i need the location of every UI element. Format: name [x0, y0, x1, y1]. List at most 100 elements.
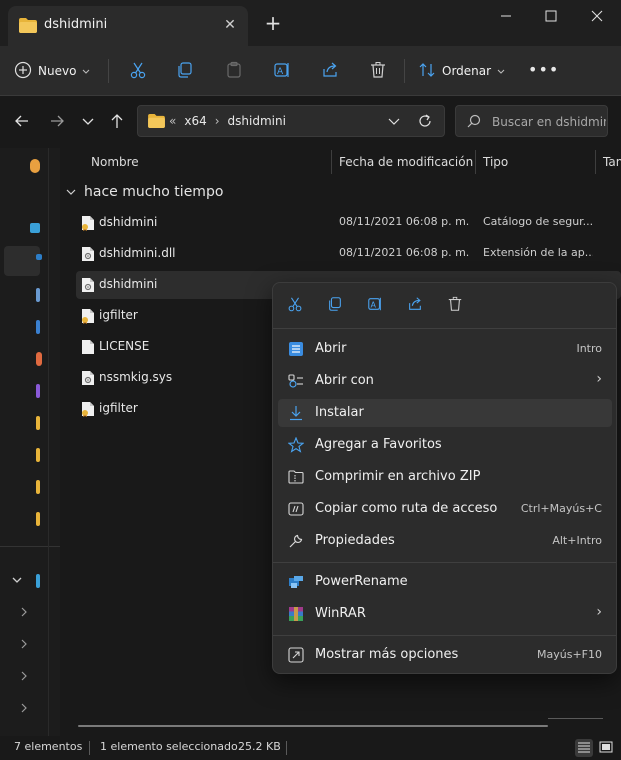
nav-selected-item[interactable] [4, 246, 40, 276]
nav-pictures-icon[interactable] [36, 352, 42, 366]
ctx-rename-button[interactable]: A [364, 294, 386, 316]
maximize-button[interactable] [528, 0, 574, 32]
rename-button[interactable]: A [268, 57, 296, 85]
nav-splitter[interactable] [48, 148, 49, 736]
tiles-view-icon [599, 741, 613, 756]
menu-separator [273, 328, 616, 329]
new-button[interactable]: Nuevo [14, 57, 90, 85]
menu-item-compress-zip[interactable]: Comprimir en archivo ZIP [278, 463, 612, 491]
ctx-cut-button[interactable] [284, 294, 306, 316]
menu-item-more-options[interactable]: Mostrar más opciones Mayús+F10 [278, 641, 612, 669]
address-bar[interactable]: « x64 › dshidmini [137, 105, 445, 137]
file-name: nssmkig.sys [99, 370, 173, 384]
breadcrumb-x64[interactable]: x64 [184, 114, 206, 128]
nav-folder-icon[interactable] [36, 448, 40, 462]
delete-button[interactable] [364, 57, 392, 85]
nav-documents-icon[interactable] [36, 320, 40, 334]
chevron-right-icon[interactable] [20, 638, 28, 652]
cut-button[interactable] [124, 57, 152, 85]
search-input[interactable] [492, 112, 606, 132]
column-size[interactable]: Tam [603, 155, 621, 169]
more-options-button[interactable]: ••• [528, 60, 559, 79]
column-divider[interactable] [595, 150, 596, 174]
column-type[interactable]: Tipo [483, 155, 508, 169]
menu-shortcut: Intro [576, 342, 602, 355]
tiles-view-button[interactable] [597, 739, 615, 757]
nav-download-icon[interactable] [36, 288, 40, 302]
details-view-button[interactable] [575, 739, 593, 757]
svg-text:A: A [277, 67, 284, 77]
copy-button[interactable] [171, 57, 199, 85]
nav-home-icon[interactable] [30, 159, 40, 173]
folder-icon [148, 114, 165, 131]
menu-item-copy-path[interactable]: Copiar como ruta de acceso Ctrl+Mayús+C [278, 495, 612, 523]
file-row[interactable]: dshidmini 08/11/2021 06:08 p. m. Catálog… [76, 209, 621, 237]
menu-item-add-favorites[interactable]: Agregar a Favoritos [278, 431, 612, 459]
breadcrumb-separator[interactable]: › [215, 114, 220, 128]
file-date: 08/11/2021 06:08 p. m. [339, 246, 470, 259]
nav-folder-icon[interactable] [36, 512, 40, 526]
ctx-copy-button[interactable] [324, 294, 346, 316]
file-name: dshidmini [99, 215, 158, 229]
copy-path-icon [287, 500, 305, 518]
paste-button[interactable] [220, 57, 248, 85]
column-date[interactable]: Fecha de modificación [339, 155, 473, 169]
svg-text:A: A [371, 300, 377, 309]
close-tab-button[interactable]: ✕ [220, 15, 240, 35]
recent-locations-button[interactable] [77, 111, 99, 133]
star-icon [287, 436, 305, 454]
close-window-button[interactable] [574, 0, 620, 32]
menu-label: Instalar [315, 405, 364, 420]
nav-music-icon[interactable] [36, 384, 40, 398]
breadcrumb-dshidmini[interactable]: dshidmini [228, 114, 286, 128]
horizontal-scrollbar[interactable] [78, 725, 548, 727]
up-button[interactable] [106, 111, 128, 133]
menu-item-open[interactable]: Abrir Intro [278, 335, 612, 363]
tab-dshidmini[interactable]: dshidmini ✕ [8, 6, 248, 46]
column-divider[interactable] [331, 150, 332, 174]
search-box[interactable] [455, 105, 608, 137]
new-tab-button[interactable]: + [262, 12, 284, 34]
chevron-right-icon: › [596, 604, 602, 620]
nav-folder-icon[interactable] [36, 480, 40, 494]
group-header[interactable]: hace mucho tiempo [66, 184, 223, 200]
ctx-delete-button[interactable] [444, 294, 466, 316]
status-divider [286, 741, 287, 755]
menu-item-open-with[interactable]: Abrir con › [278, 367, 612, 395]
sort-button[interactable]: Ordenar [418, 57, 505, 85]
minimize-button[interactable] [483, 0, 529, 32]
file-name: igfilter [99, 401, 138, 415]
menu-item-powerrename[interactable]: PowerRename [278, 568, 612, 596]
file-row[interactable]: dshidmini.dll 08/11/2021 06:08 p. m. Ext… [76, 240, 621, 268]
nav-gallery-icon[interactable] [30, 223, 40, 233]
wrench-icon [287, 532, 305, 550]
nav-folder-icon[interactable] [36, 416, 40, 430]
refresh-button[interactable] [417, 113, 433, 132]
column-divider[interactable] [475, 150, 476, 174]
chevron-down-icon [497, 64, 505, 78]
breadcrumb: « x64 › dshidmini [169, 114, 286, 128]
chevron-right-icon[interactable] [20, 670, 28, 684]
chevron-down-icon[interactable] [12, 573, 22, 587]
menu-item-install[interactable]: Instalar [278, 399, 612, 427]
share-button[interactable] [316, 57, 344, 85]
nav-this-pc-icon[interactable] [36, 574, 40, 588]
ctx-share-button[interactable] [404, 294, 426, 316]
forward-button[interactable] [46, 111, 68, 133]
menu-item-winrar[interactable]: WinRAR › [278, 600, 612, 628]
nav-desktop-icon[interactable] [36, 254, 42, 260]
file-name: dshidmini.dll [99, 246, 176, 260]
copy-icon [176, 61, 194, 82]
selection-size: 25.2 KB [238, 740, 281, 753]
column-name[interactable]: Nombre [91, 155, 139, 169]
address-history-button[interactable] [388, 114, 400, 131]
back-button[interactable] [11, 111, 33, 133]
share-icon [321, 61, 339, 82]
menu-label: Agregar a Favoritos [315, 437, 442, 452]
chevron-right-icon[interactable] [20, 606, 28, 620]
chevron-right-icon[interactable] [20, 702, 28, 716]
menu-label: WinRAR [315, 606, 366, 621]
breadcrumb-overflow[interactable]: « [169, 114, 176, 128]
menu-item-properties[interactable]: Propiedades Alt+Intro [278, 527, 612, 555]
menu-label: Copiar como ruta de acceso [315, 501, 498, 516]
